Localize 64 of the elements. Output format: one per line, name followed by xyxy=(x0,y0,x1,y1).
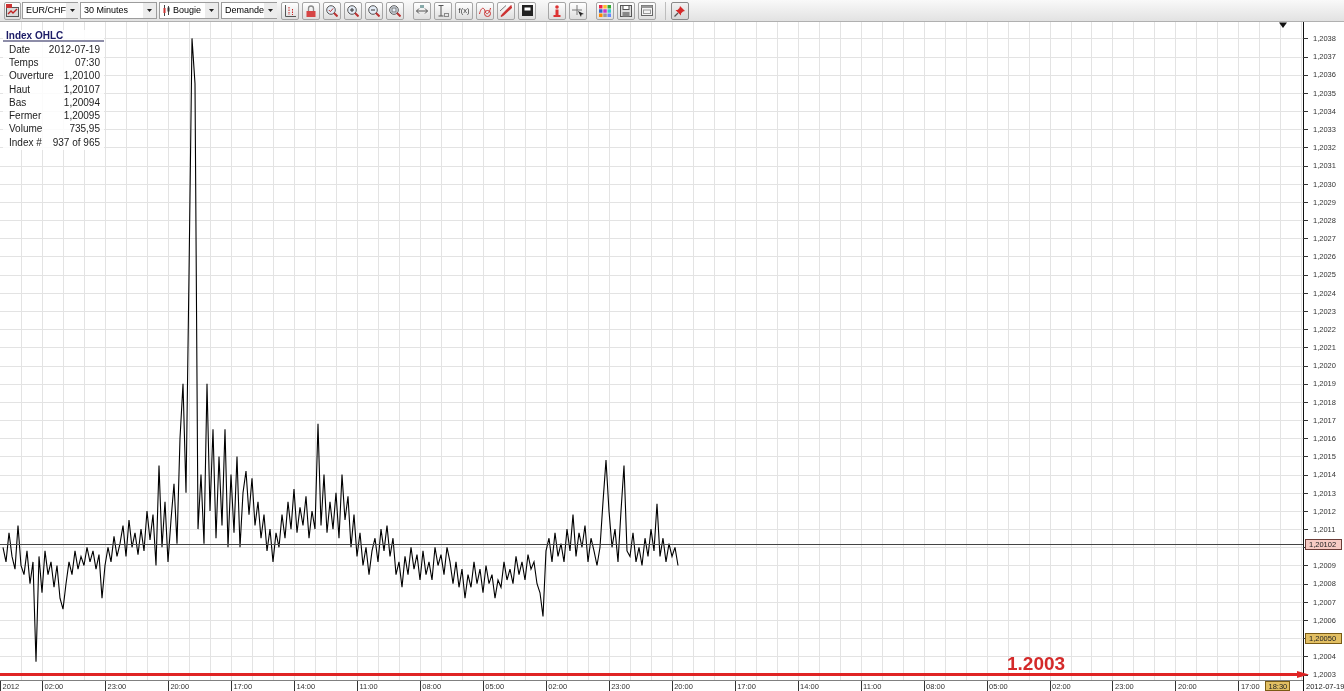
field-value: 1,20094 xyxy=(63,97,100,108)
field-value: 2012-07-19 xyxy=(48,44,100,55)
pushpin-icon xyxy=(674,4,686,17)
color-grid-icon xyxy=(599,4,611,17)
vertical-scale-button[interactable] xyxy=(434,1,452,20)
lock-button[interactable] xyxy=(302,1,320,20)
vertical-scale-icon xyxy=(437,4,449,17)
scroll-button[interactable] xyxy=(413,1,431,20)
info-button[interactable] xyxy=(548,1,566,20)
field-value: 1,20107 xyxy=(63,84,100,95)
panel-title: Index OHLC xyxy=(3,30,104,42)
axis-button[interactable] xyxy=(281,1,299,20)
window-button[interactable] xyxy=(638,1,656,20)
crosshair-icon xyxy=(572,4,584,17)
zoom-in-button[interactable] xyxy=(344,1,362,20)
field-label: Date xyxy=(9,44,31,55)
caret-icon xyxy=(205,3,218,18)
floppy-icon xyxy=(620,4,632,17)
zoom-out-button[interactable] xyxy=(365,1,383,20)
field-label: Temps xyxy=(9,57,39,68)
field-label: Haut xyxy=(9,84,31,95)
zoom-out-icon xyxy=(368,4,380,17)
save-button[interactable] xyxy=(617,1,635,20)
triangle-marker-icon xyxy=(1279,22,1287,28)
info-icon xyxy=(553,4,561,17)
field-label: Index # xyxy=(9,137,42,148)
caret-icon xyxy=(66,3,79,18)
field-label: Fermer xyxy=(9,111,42,122)
field-value: 1,20095 xyxy=(63,111,100,122)
caret-icon xyxy=(143,3,156,18)
zoom-check-icon xyxy=(326,4,338,17)
chart-window-icon xyxy=(6,4,19,17)
pin-button[interactable] xyxy=(671,1,689,20)
field-label: Ouverture xyxy=(9,71,54,82)
field-value: 937 of 965 xyxy=(52,137,100,148)
pen-button[interactable] xyxy=(497,1,515,20)
chart-button[interactable] xyxy=(4,1,21,20)
zoom-fit-button[interactable] xyxy=(386,1,404,20)
candlestick-icon xyxy=(163,5,170,16)
chart-type-dropdown[interactable]: Bougie xyxy=(159,2,219,19)
panel-button[interactable] xyxy=(518,1,536,20)
price-side-dropdown[interactable]: Demande xyxy=(221,2,277,19)
alert-label: 1.2003 xyxy=(1007,652,1066,674)
lock-icon xyxy=(305,4,317,17)
window-icon xyxy=(641,5,653,16)
drawing-button[interactable] xyxy=(476,1,494,20)
zoom-in-icon xyxy=(347,4,359,17)
field-value: 735,95 xyxy=(69,124,100,135)
field-value: 1,20100 xyxy=(63,71,100,82)
arrow-icon xyxy=(1297,671,1309,678)
interval-dropdown[interactable]: 30 Minutes xyxy=(80,2,157,19)
field-value: 07:30 xyxy=(74,57,100,68)
field-label: Bas xyxy=(9,97,27,108)
symbol-dropdown[interactable]: EUR/CHF xyxy=(22,2,78,19)
pen-icon xyxy=(500,4,512,17)
horizontal-arrows-icon xyxy=(416,4,428,17)
color-grid-button[interactable] xyxy=(596,1,614,20)
axis-icon xyxy=(284,4,296,17)
field-label: Volume xyxy=(9,124,43,135)
zoom-fit-icon xyxy=(389,4,401,17)
caret-icon xyxy=(264,3,278,18)
zoom-button[interactable] xyxy=(323,1,341,20)
filled-window-icon xyxy=(521,5,533,16)
crosshair-button[interactable] xyxy=(569,1,587,20)
